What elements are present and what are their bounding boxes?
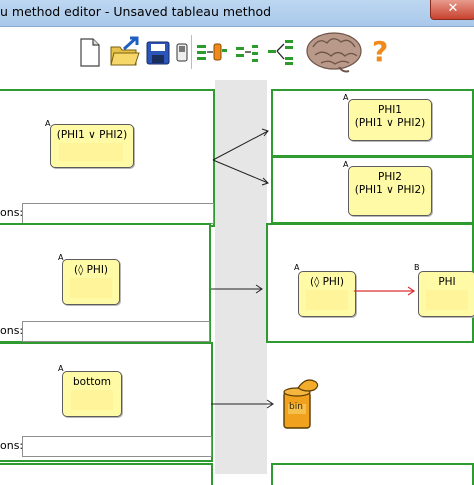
rule-branch-icon[interactable] — [266, 35, 296, 69]
window-title: u method editor - Unsaved tableau method — [0, 4, 272, 19]
rule-flow-icon[interactable] — [195, 35, 229, 69]
rule-step-icon[interactable] — [234, 35, 260, 69]
new-file-icon[interactable] — [78, 35, 102, 69]
toolbar-separator — [191, 35, 192, 69]
device-icon[interactable] — [175, 35, 189, 69]
rule-arrows — [211, 128, 416, 409]
rule-canvas: A (PHI1 ∨ PHI2) ons: A PHI1 (PHI1 ∨ PHI2… — [0, 80, 474, 485]
save-disk-icon[interactable] — [145, 35, 171, 69]
rule-4-premise-panel[interactable] — [0, 463, 213, 485]
brain-icon[interactable] — [305, 29, 363, 75]
rule-4-result-panel[interactable] — [271, 463, 474, 485]
arrow-split-up — [212, 130, 269, 161]
close-button[interactable]: ✕ — [430, 0, 474, 20]
open-folder-icon[interactable] — [109, 35, 141, 69]
arrow-split-down — [212, 159, 269, 184]
window-titlebar: u method editor - Unsaved tableau method… — [0, 0, 474, 27]
toolbar: ? — [0, 27, 474, 79]
help-icon[interactable]: ? — [372, 36, 388, 68]
